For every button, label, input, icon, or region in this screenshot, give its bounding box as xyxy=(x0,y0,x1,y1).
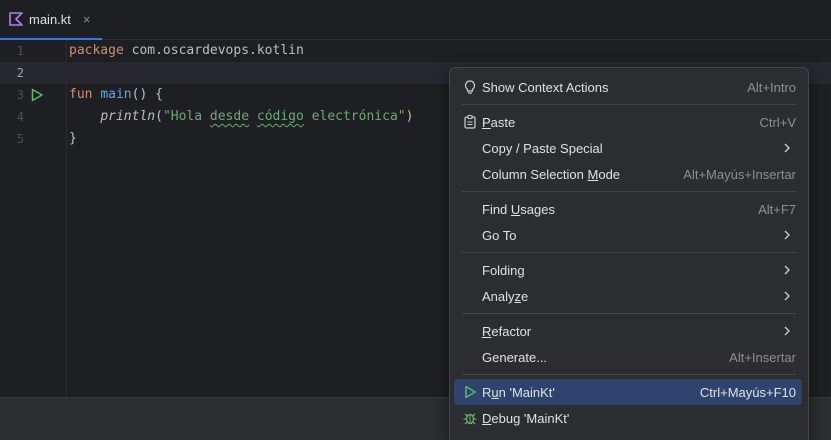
menu-item-show-context-actions[interactable]: Show Context Actions Alt+Intro xyxy=(454,74,802,100)
menu-item-label: Copy / Paste Special xyxy=(482,140,603,156)
chevron-right-icon xyxy=(784,326,790,336)
line-number: 4 xyxy=(16,110,24,124)
package-name: com.oscardevops.kotlin xyxy=(123,43,304,58)
tab-label: main.kt xyxy=(29,11,71,27)
menu-item-label: Paste xyxy=(482,114,516,130)
chevron-right-icon xyxy=(784,143,790,153)
run-gutter-icon[interactable] xyxy=(30,88,44,102)
menu-item-label: Debug 'MainKt' xyxy=(482,410,570,426)
menu-item-label: Go To xyxy=(482,227,517,243)
menu-item-folding[interactable]: Folding xyxy=(454,257,802,283)
quote: " xyxy=(397,109,406,124)
function-call: println xyxy=(100,109,156,124)
menu-item-label: Find Usages xyxy=(482,201,555,217)
shortcut: Alt+F7 xyxy=(758,201,796,217)
keyword: package xyxy=(69,43,124,58)
chevron-right-icon xyxy=(784,291,790,301)
menu-item-refactor[interactable]: Refactor xyxy=(454,318,802,344)
kotlin-file-icon xyxy=(9,12,23,26)
context-menu: Show Context Actions Alt+Intro Paste Ctr… xyxy=(449,67,809,440)
menu-item-label: Show Context Actions xyxy=(482,79,609,95)
run-icon xyxy=(465,385,476,399)
menu-item-label: Folding xyxy=(482,262,525,278)
shortcut: Alt+Mayús+Insertar xyxy=(683,166,796,182)
debug-icon xyxy=(463,413,477,425)
menu-item-copy-paste-special[interactable]: Copy / Paste Special xyxy=(454,135,802,161)
line-number: 5 xyxy=(16,132,24,146)
editor-tab-bar: main.kt × xyxy=(0,0,831,40)
menu-item-paste[interactable]: Paste Ctrl+V xyxy=(454,109,802,135)
code-text: () { xyxy=(131,87,163,102)
line-number: 3 xyxy=(16,88,24,102)
menu-item-run-mainkt[interactable]: Run 'MainKt' Ctrl+Mayús+F10 xyxy=(454,379,802,405)
code-text: } xyxy=(69,131,77,146)
shortcut: Ctrl+Mayús+F10 xyxy=(699,384,796,400)
menu-item-go-to[interactable]: Go To xyxy=(454,222,802,248)
menu-item-label: Generate... xyxy=(482,349,548,365)
shortcut: Ctrl+V xyxy=(759,114,796,130)
string-literal: "Hola desde código electrónica" xyxy=(163,109,406,124)
tab-main-kt[interactable]: main.kt × xyxy=(0,0,102,40)
menu-item-label: Run 'MainKt' xyxy=(482,384,555,400)
paren: ( xyxy=(155,109,163,124)
menu-item-generate[interactable]: Generate... Alt+Insertar xyxy=(454,344,802,370)
menu-item-column-selection-mode[interactable]: Column Selection Mode Alt+Mayús+Insertar xyxy=(454,161,802,187)
chevron-right-icon xyxy=(784,230,790,240)
function-name: main xyxy=(100,87,132,102)
menu-item-label: Column Selection Mode xyxy=(482,166,621,182)
menu-item-debug-mainkt[interactable]: Debug 'MainKt' xyxy=(454,405,802,431)
keyword: fun xyxy=(69,87,93,102)
paren: ) xyxy=(405,109,414,124)
menu-separator xyxy=(462,374,796,375)
code-line[interactable]: 1 package com.oscardevops.kotlin xyxy=(0,40,831,62)
lightbulb-icon xyxy=(464,80,476,94)
shortcut: Alt+Insertar xyxy=(729,349,796,365)
menu-separator xyxy=(462,191,796,192)
menu-item-label: Refactor xyxy=(482,323,532,339)
menu-separator xyxy=(462,252,796,253)
menu-item-analyze[interactable]: Analyze xyxy=(454,283,802,309)
line-number: 2 xyxy=(16,66,24,80)
word: electrónica xyxy=(311,109,398,124)
typo-word: código xyxy=(256,109,304,124)
menu-separator xyxy=(462,313,796,314)
typo-word: desde xyxy=(209,109,250,124)
word: Hola xyxy=(170,109,203,124)
menu-separator xyxy=(462,104,796,105)
line-number: 1 xyxy=(16,44,24,58)
menu-item-label: Analyze xyxy=(482,288,529,304)
quote: " xyxy=(162,109,171,124)
close-icon[interactable]: × xyxy=(83,12,91,27)
chevron-right-icon xyxy=(784,265,790,275)
clipboard-icon xyxy=(464,114,476,129)
shortcut: Alt+Intro xyxy=(747,79,796,95)
menu-item-find-usages[interactable]: Find Usages Alt+F7 xyxy=(454,196,802,222)
